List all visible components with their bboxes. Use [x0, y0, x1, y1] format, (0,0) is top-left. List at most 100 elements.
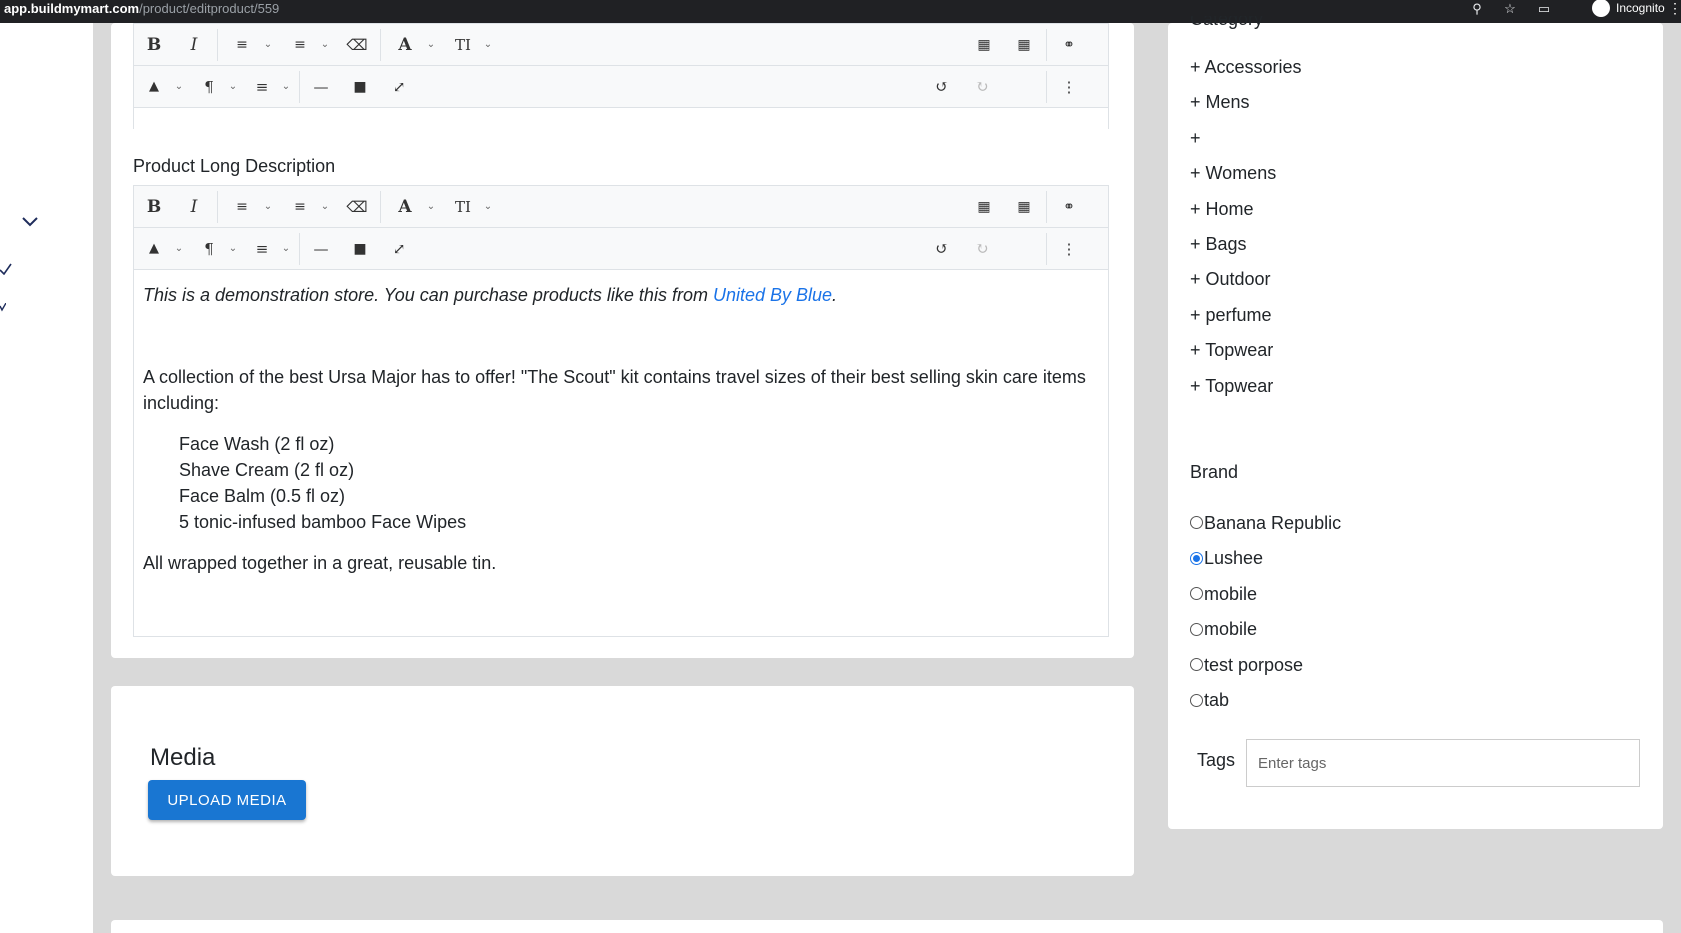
- font-color-button[interactable]: A: [385, 24, 425, 66]
- incognito-badge[interactable]: Incognito: [1592, 0, 1665, 18]
- bookmark-star-icon[interactable]: ☆: [1501, 0, 1519, 18]
- chevron-down-icon[interactable]: ⌄: [480, 24, 496, 66]
- editor-toolbar-row-2: ▲ ⌄ ¶ ⌄ ≡ ⌄ — ■ ⤢ ↺ ↻ ⋮: [134, 228, 1108, 270]
- fill-color-icon[interactable]: ▲: [134, 66, 174, 108]
- table-icon[interactable]: ▦: [1004, 24, 1044, 66]
- long-description-body[interactable]: This is a demonstration store. You can p…: [143, 282, 1093, 576]
- brand-option[interactable]: tab: [1190, 683, 1341, 719]
- fullscreen-icon[interactable]: ⤢: [379, 66, 419, 108]
- radio-button[interactable]: [1190, 693, 1203, 707]
- brand-option[interactable]: mobile: [1190, 612, 1341, 648]
- short-description-body[interactable]: [134, 108, 1108, 130]
- bullet-list-icon[interactable]: ≡: [222, 186, 262, 228]
- category-item[interactable]: + Mens: [1190, 90, 1302, 125]
- toolbar-divider: [299, 71, 300, 103]
- align-icon[interactable]: ≡: [242, 228, 282, 270]
- paragraph-icon[interactable]: ¶: [189, 228, 229, 270]
- category-item[interactable]: + Womens: [1190, 161, 1302, 196]
- eraser-icon[interactable]: ⌫: [337, 186, 377, 228]
- redo-icon[interactable]: ↻: [962, 228, 1002, 270]
- font-color-button[interactable]: A: [385, 186, 425, 228]
- redo-icon[interactable]: ↻: [962, 66, 1002, 108]
- chevron-down-icon[interactable]: ⌄: [225, 66, 241, 108]
- chevron-down-icon[interactable]: ⌄: [317, 186, 333, 228]
- category-item[interactable]: + Outdoor: [1190, 267, 1302, 302]
- browser-menu-icon[interactable]: ⋮: [1668, 0, 1681, 18]
- horizontal-rule-icon[interactable]: —: [301, 228, 341, 270]
- image-icon[interactable]: ▦: [964, 186, 1004, 228]
- short-description-editor[interactable]: B I ≡ ⌄ ≡ ⌄ ⌫ A ⌄ TI ⌄ ▦ ▦ ⚭ ▲ ⌄ ¶ ⌄ ≡ ⌄…: [133, 23, 1109, 130]
- link-icon[interactable]: ⚭: [1049, 24, 1089, 66]
- category-item[interactable]: + Topwear: [1190, 374, 1302, 409]
- chevron-down-icon[interactable]: ⌄: [480, 186, 496, 228]
- eraser-icon[interactable]: ⌫: [337, 24, 377, 66]
- category-item[interactable]: + perfume: [1190, 303, 1302, 338]
- chevron-down-icon[interactable]: ⌄: [225, 228, 241, 270]
- italic-button[interactable]: I: [174, 24, 214, 66]
- radio-button-selected[interactable]: [1190, 551, 1203, 565]
- table-icon[interactable]: ▦: [1004, 186, 1044, 228]
- category-item[interactable]: + Home: [1190, 197, 1302, 232]
- radio-button[interactable]: [1190, 658, 1203, 672]
- tags-input[interactable]: [1246, 739, 1640, 787]
- radio-button[interactable]: [1190, 622, 1203, 636]
- chevron-down-icon[interactable]: ⌄: [260, 24, 276, 66]
- fill-color-icon[interactable]: ▲: [134, 228, 174, 270]
- next-card: [111, 920, 1663, 933]
- chevron-down-icon[interactable]: ⌄: [423, 24, 439, 66]
- link-icon[interactable]: ⚭: [1049, 186, 1089, 228]
- united-by-blue-link[interactable]: United By Blue: [713, 285, 832, 305]
- radio-button[interactable]: [1190, 587, 1203, 601]
- numbered-list-icon[interactable]: ≡: [280, 186, 320, 228]
- category-item[interactable]: +: [1190, 126, 1302, 161]
- font-size-button[interactable]: TI: [443, 186, 483, 228]
- category-item[interactable]: + Accessories: [1190, 55, 1302, 90]
- fullscreen-icon[interactable]: ⤢: [379, 228, 419, 270]
- more-options-icon[interactable]: ⋮: [1049, 228, 1089, 270]
- toolbar-divider: [299, 233, 300, 265]
- bold-button[interactable]: B: [134, 24, 174, 66]
- more-options-icon[interactable]: ⋮: [1049, 66, 1089, 108]
- brand-option[interactable]: mobile: [1190, 576, 1341, 612]
- chevron-down-icon[interactable]: [22, 217, 38, 227]
- category-item[interactable]: + Topwear: [1190, 338, 1302, 373]
- chevron-down-icon[interactable]: ⌄: [317, 24, 333, 66]
- format-painter-icon[interactable]: ■: [340, 66, 380, 108]
- chevron-down-icon[interactable]: ⌄: [171, 66, 187, 108]
- chevron-down-icon[interactable]: ⌄: [171, 228, 187, 270]
- zoom-icon[interactable]: ⚲: [1468, 0, 1486, 18]
- brand-option-label: Lushee: [1204, 548, 1264, 569]
- brand-option[interactable]: Banana Republic: [1190, 505, 1341, 541]
- font-size-button[interactable]: TI: [443, 24, 483, 66]
- list-item: 5 tonic-infused bamboo Face Wipes: [179, 512, 467, 532]
- radio-button[interactable]: [1190, 516, 1203, 530]
- brand-option[interactable]: test porpose: [1190, 647, 1341, 683]
- category-item[interactable]: + Bags: [1190, 232, 1302, 267]
- check-icon: [0, 303, 6, 312]
- paragraph-icon[interactable]: ¶: [189, 66, 229, 108]
- image-icon[interactable]: ▦: [964, 24, 1004, 66]
- chevron-down-icon[interactable]: ⌄: [278, 66, 294, 108]
- undo-icon[interactable]: ↺: [922, 228, 962, 270]
- chevron-down-icon[interactable]: ⌄: [260, 186, 276, 228]
- long-description-editor[interactable]: B I ≡ ⌄ ≡ ⌄ ⌫ A ⌄ TI ⌄ ▦ ▦ ⚭ ▲ ⌄ ¶ ⌄ ≡ ⌄…: [133, 185, 1109, 637]
- kit-items-list: Face Wash (2 fl oz) Shave Cream (2 fl oz…: [143, 431, 1093, 535]
- align-icon[interactable]: ≡: [242, 66, 282, 108]
- incognito-label: Incognito: [1616, 1, 1665, 16]
- upload-media-button[interactable]: UPLOAD MEDIA: [148, 780, 306, 820]
- horizontal-rule-icon[interactable]: —: [301, 66, 341, 108]
- chevron-down-icon[interactable]: ⌄: [278, 228, 294, 270]
- brand-option[interactable]: Lushee: [1190, 541, 1341, 577]
- browser-top-bar: app.buildmymart.com/product/editproduct/…: [0, 0, 1681, 23]
- bullet-list-icon[interactable]: ≡: [222, 24, 262, 66]
- toolbar-divider: [1046, 29, 1047, 61]
- toolbar-divider: [1046, 191, 1047, 223]
- format-painter-icon[interactable]: ■: [340, 228, 380, 270]
- side-panel-icon[interactable]: ▭: [1535, 0, 1553, 18]
- chevron-down-icon[interactable]: ⌄: [423, 186, 439, 228]
- undo-icon[interactable]: ↺: [922, 66, 962, 108]
- address-bar[interactable]: app.buildmymart.com/product/editproduct/…: [4, 0, 279, 18]
- numbered-list-icon[interactable]: ≡: [280, 24, 320, 66]
- italic-button[interactable]: I: [174, 186, 214, 228]
- bold-button[interactable]: B: [134, 186, 174, 228]
